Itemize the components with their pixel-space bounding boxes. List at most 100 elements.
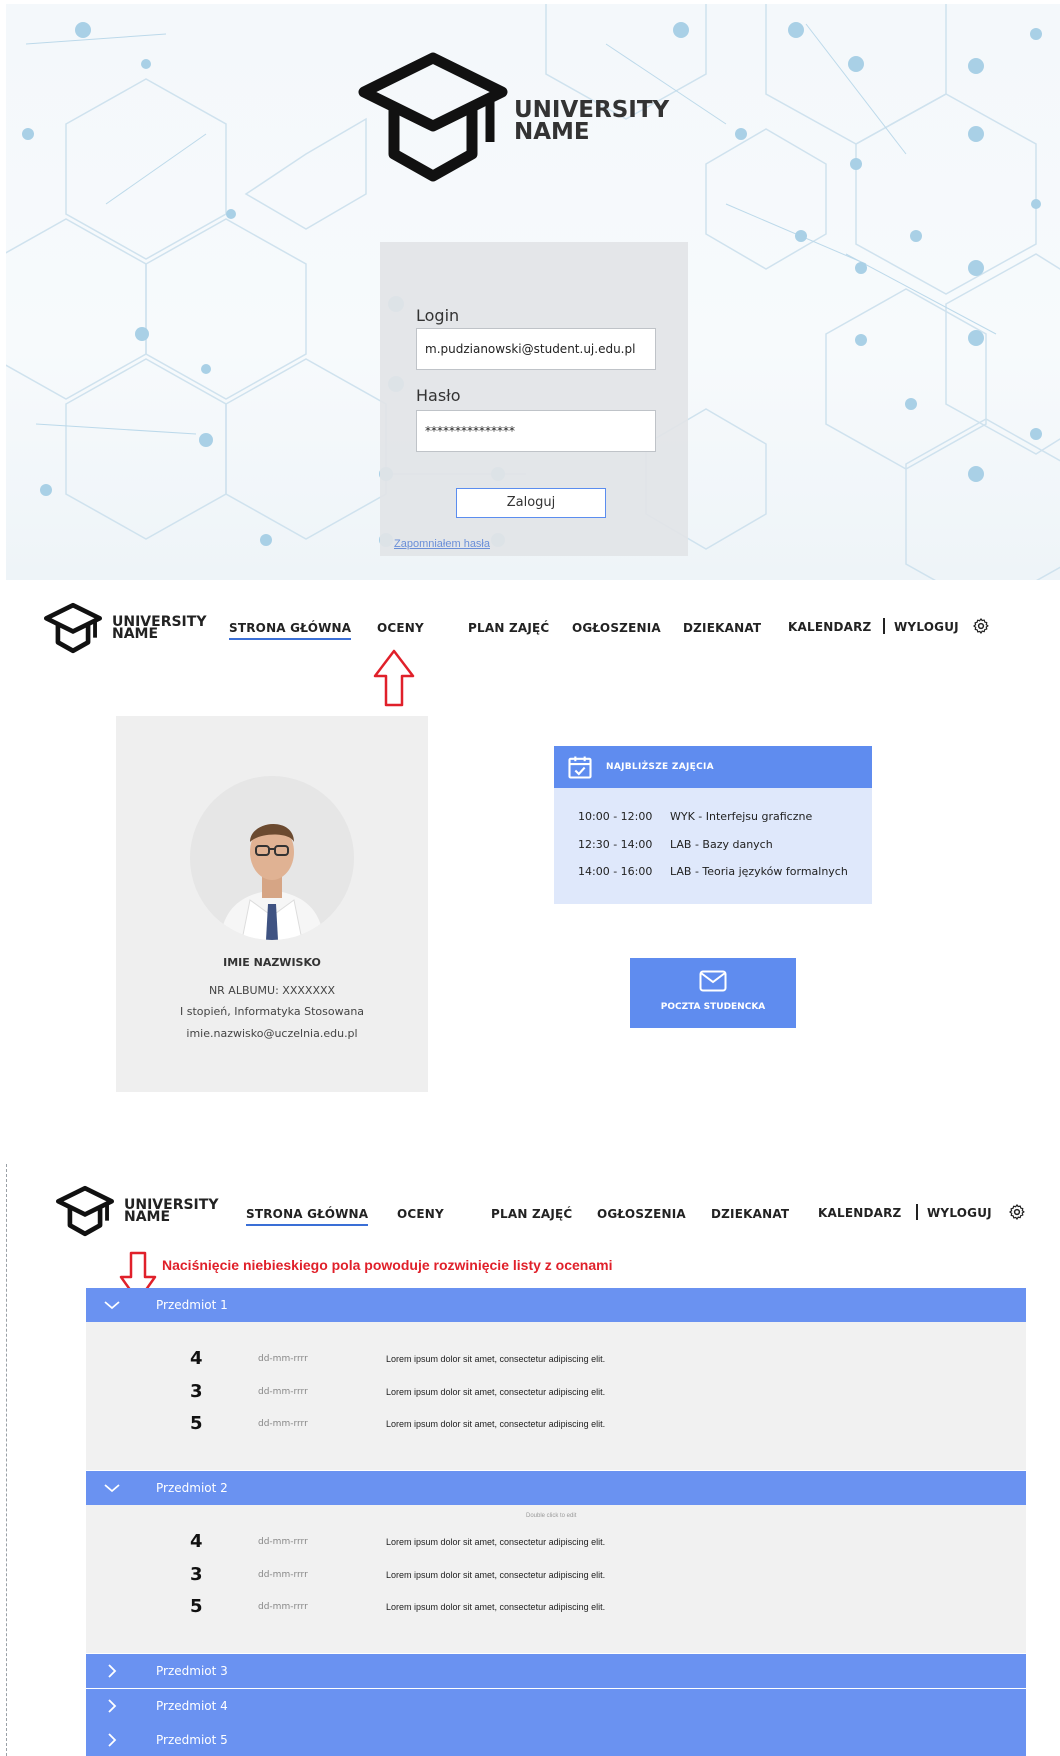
subject-name: Przedmiot 4 xyxy=(156,1699,228,1713)
grade-description: Lorem ipsum dolor sit amet, consectetur … xyxy=(386,1537,606,1547)
schedule-time: 14:00 - 16:00 xyxy=(578,865,653,878)
grade-value: 4 xyxy=(190,1531,203,1552)
nav-item-calendar[interactable]: KALENDARZ xyxy=(788,620,871,634)
schedule-course: LAB - Teoria języków formalnych xyxy=(670,865,848,878)
subject-grades-panel-1: 4 dd-mm-rrrr Lorem ipsum dolor sit amet,… xyxy=(86,1322,1026,1470)
student-program: I stopień, Informatyka Stosowana xyxy=(179,1005,365,1018)
login-input[interactable]: m.pudzianowski@student.uj.edu.pl xyxy=(416,328,656,370)
grade-date: dd-mm-rrrr xyxy=(258,1354,308,1364)
student-name: IMIE NAZWISKO xyxy=(223,956,321,969)
dashed-divider xyxy=(6,1164,7,1756)
nav-item-grades[interactable]: OCENY xyxy=(397,1207,444,1221)
login-screen: UNIVERSITY NAME Login m.pudzianowski@stu… xyxy=(6,4,1060,580)
subject-grades-panel-2: Double click to edit 4 dd-mm-rrrr Lorem … xyxy=(86,1505,1026,1653)
nav-item-deans-office[interactable]: DZIEKANAT xyxy=(711,1207,789,1221)
grade-description: Lorem ipsum dolor sit amet, consectetur … xyxy=(386,1419,606,1429)
nav-item-grades[interactable]: OCENY xyxy=(377,621,424,635)
chevron-right-icon xyxy=(108,1664,117,1678)
password-input[interactable]: *************** xyxy=(416,410,656,452)
upcoming-classes-header: NAJBLIŻSZE ZAJĘCIA xyxy=(554,746,872,788)
subject-name: Przedmiot 5 xyxy=(156,1733,228,1747)
grade-description: Lorem ipsum dolor sit amet, consectetur … xyxy=(386,1354,606,1364)
chevron-down-icon xyxy=(104,1484,120,1493)
grade-value: 3 xyxy=(190,1564,203,1585)
schedule-row: 14:00 - 16:00 LAB - Teoria języków forma… xyxy=(578,865,848,878)
nav-item-schedule[interactable]: PLAN ZAJĘĆ xyxy=(491,1207,572,1221)
nav-item-deans-office[interactable]: DZIEKANAT xyxy=(683,621,761,635)
student-email: imie.nazwisko@uczelnia.edu.pl xyxy=(186,1027,358,1040)
grade-row: 3 dd-mm-rrrr Lorem ipsum dolor sit amet,… xyxy=(86,1381,1026,1405)
nav-logo[interactable]: UNIVERSITY NAME xyxy=(56,1185,218,1237)
annotation-text: Naciśnięcie niebieskiego pola powoduje r… xyxy=(162,1257,613,1273)
student-mail-label: POCZTA STUDENCKA xyxy=(660,1002,766,1012)
chevron-right-icon xyxy=(108,1733,117,1747)
grade-row: 5 dd-mm-rrrr Lorem ipsum dolor sit amet,… xyxy=(86,1596,1026,1620)
grade-date: dd-mm-rrrr xyxy=(258,1602,308,1612)
nav-item-announcements[interactable]: OGŁOSZENIA xyxy=(572,621,661,635)
nav-logo[interactable]: UNIVERSITY NAME xyxy=(44,602,206,654)
logout-link[interactable]: WYLOGUJ xyxy=(927,1206,992,1220)
grade-date: dd-mm-rrrr xyxy=(258,1570,308,1580)
upcoming-classes-card: NAJBLIŻSZE ZAJĘCIA 10:00 - 12:00 WYK - I… xyxy=(554,746,872,904)
profile-card: IMIE NAZWISKO NR ALBUMU: XXXXXXX I stopi… xyxy=(116,716,428,1092)
subject-header-5[interactable]: Przedmiot 5 xyxy=(86,1723,1026,1756)
nav-separator xyxy=(883,618,885,634)
grade-value: 4 xyxy=(190,1348,203,1369)
gear-icon[interactable] xyxy=(972,617,990,635)
subject-name: Przedmiot 3 xyxy=(156,1664,228,1678)
grade-value: 5 xyxy=(190,1596,203,1617)
gear-icon[interactable] xyxy=(1008,1203,1026,1221)
schedule-row: 12:30 - 14:00 LAB - Bazy danych xyxy=(578,838,773,851)
schedule-time: 12:30 - 14:00 xyxy=(578,838,653,851)
subject-header-2[interactable]: Przedmiot 2 xyxy=(86,1471,1026,1505)
nav-separator xyxy=(916,1204,918,1220)
forgot-password-link[interactable]: Zapomniałem hasła xyxy=(394,538,490,550)
grade-row: 3 dd-mm-rrrr Lorem ipsum dolor sit amet,… xyxy=(86,1564,1026,1588)
subject-header-3[interactable]: Przedmiot 3 xyxy=(86,1654,1026,1688)
schedule-time: 10:00 - 12:00 xyxy=(578,810,653,823)
red-arrow-up-icon xyxy=(373,649,415,707)
login-button[interactable]: Zaloguj xyxy=(456,488,606,518)
grade-row: 4 dd-mm-rrrr Lorem ipsum dolor sit amet,… xyxy=(86,1531,1026,1555)
grade-date: dd-mm-rrrr xyxy=(258,1387,308,1397)
password-label: Hasło xyxy=(416,386,461,405)
schedule-course: WYK - Interfejsu graficzne xyxy=(670,810,813,823)
chevron-right-icon xyxy=(108,1699,117,1713)
student-album-number: NR ALBUMU: XXXXXXX xyxy=(208,984,336,997)
avatar xyxy=(190,776,354,940)
grade-description: Lorem ipsum dolor sit amet, consectetur … xyxy=(386,1387,606,1397)
graduation-cap-icon xyxy=(44,602,102,654)
graduation-cap-icon xyxy=(358,52,508,182)
chevron-down-icon xyxy=(104,1301,120,1310)
nav-item-schedule[interactable]: PLAN ZAJĘĆ xyxy=(468,621,549,635)
grade-value: 3 xyxy=(190,1381,203,1402)
upcoming-classes-title: NAJBLIŻSZE ZAJĘCIA xyxy=(606,762,714,772)
graduation-cap-icon xyxy=(56,1185,114,1237)
nav-item-calendar[interactable]: KALENDARZ xyxy=(818,1206,901,1220)
subject-header-1[interactable]: Przedmiot 1 xyxy=(86,1288,1026,1322)
logo-text-line2: NAME xyxy=(514,119,590,145)
grade-date: dd-mm-rrrr xyxy=(258,1419,308,1429)
university-logo: UNIVERSITY NAME xyxy=(358,50,669,184)
logout-link[interactable]: WYLOGUJ xyxy=(894,620,959,634)
grade-row: 4 dd-mm-rrrr Lorem ipsum dolor sit amet,… xyxy=(86,1348,1026,1372)
envelope-icon xyxy=(699,970,727,992)
grade-row: 5 dd-mm-rrrr Lorem ipsum dolor sit amet,… xyxy=(86,1413,1026,1437)
subject-name: Przedmiot 2 xyxy=(156,1481,228,1495)
login-label: Login xyxy=(416,306,460,325)
subject-name: Przedmiot 1 xyxy=(156,1298,228,1312)
grade-value: 5 xyxy=(190,1413,203,1434)
subject-header-4[interactable]: Przedmiot 4 xyxy=(86,1689,1026,1723)
schedule-row: 10:00 - 12:00 WYK - Interfejsu graficzne xyxy=(578,810,812,823)
grade-description: Lorem ipsum dolor sit amet, consectetur … xyxy=(386,1570,606,1580)
student-mail-button[interactable]: POCZTA STUDENCKA xyxy=(630,958,796,1028)
nav-item-home[interactable]: STRONA GŁÓWNA xyxy=(246,1207,369,1226)
double-click-hint: Double click to edit xyxy=(526,1513,577,1519)
calendar-check-icon xyxy=(568,756,592,779)
nav-item-announcements[interactable]: OGŁOSZENIA xyxy=(597,1207,686,1221)
grade-description: Lorem ipsum dolor sit amet, consectetur … xyxy=(386,1602,606,1612)
schedule-course: LAB - Bazy danych xyxy=(670,838,773,851)
nav-item-home[interactable]: STRONA GŁÓWNA xyxy=(229,621,352,640)
logo-text-line1: UNIVERSITY xyxy=(514,97,670,123)
login-form: Login m.pudzianowski@student.uj.edu.pl H… xyxy=(380,242,688,556)
